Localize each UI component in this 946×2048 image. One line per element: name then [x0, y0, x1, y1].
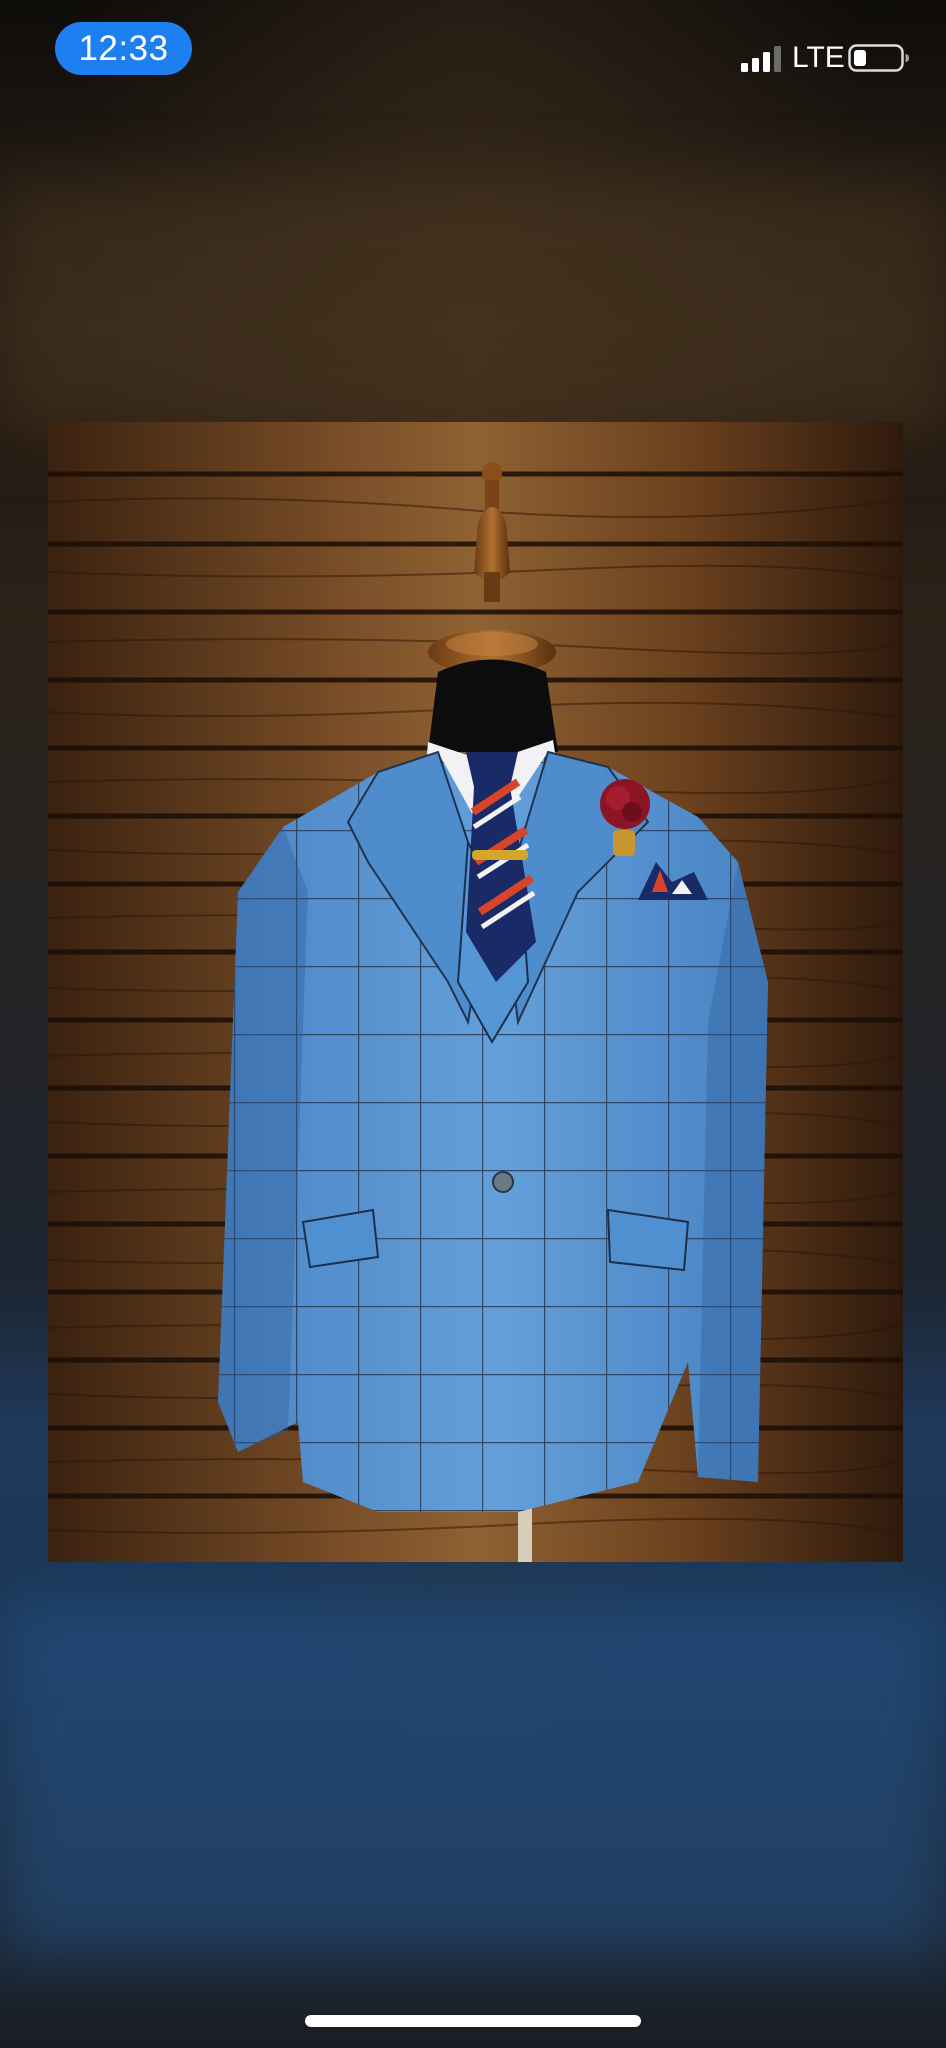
status-time[interactable]: 12:33 [55, 22, 192, 75]
home-indicator[interactable] [305, 2015, 641, 2027]
photo-viewer-screen: 12:33 LTE [0, 0, 946, 2048]
battery-low-icon [848, 44, 909, 72]
suit-photo[interactable] [48, 422, 903, 1562]
status-bar: 12:33 LTE [0, 0, 946, 110]
network-type-label: LTE [792, 41, 845, 74]
suit-on-mannequin-image [48, 422, 903, 1562]
cellular-signal-icon [741, 46, 781, 72]
